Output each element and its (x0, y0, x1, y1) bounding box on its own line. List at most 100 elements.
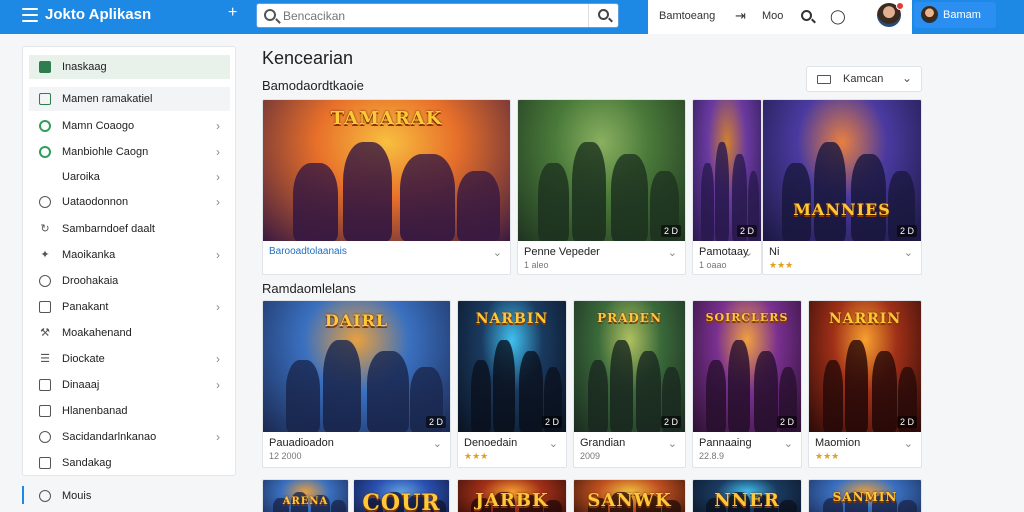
user-button[interactable]: Bamam (914, 2, 996, 28)
search-icon[interactable] (801, 10, 812, 21)
character-figure (822, 359, 844, 432)
chevron-down-icon[interactable]: ⌄ (549, 437, 558, 450)
sidebar-item-15[interactable]: Sacidandarlnkanao › (29, 425, 230, 449)
game-card[interactable]: NARBIN 2 D Denoedain ★★★ ⌄ (457, 300, 567, 468)
game-card[interactable]: COUR (353, 479, 450, 512)
game-title[interactable]: Penne Vepeder (524, 246, 600, 258)
sidebar-item-8[interactable]: ✦ Maoikanka › (29, 243, 230, 267)
chevron-down-icon[interactable]: ⌄ (668, 437, 677, 450)
chevron-down-icon[interactable]: ⌄ (904, 437, 913, 450)
chevron-down-icon[interactable]: ⌄ (744, 246, 753, 259)
sidebar-item-7[interactable]: ↻ Sambarndoef daalt (29, 217, 230, 241)
search-icon (264, 9, 276, 21)
character-figure (814, 142, 847, 241)
game-card[interactable]: ARENA (262, 479, 349, 512)
game-thumbnail: NARRIN 2 D (809, 301, 921, 432)
game-card[interactable]: SANMIN (808, 479, 922, 512)
game-thumbnail: DAIRL 2 D (263, 301, 450, 432)
character-figure (538, 163, 569, 241)
game-card[interactable]: SOIRCLERS 2 D Pannaaing 22.8.9 ⌄ (692, 300, 802, 468)
game-title[interactable]: Pannaaing (699, 437, 752, 449)
sidebar-item-16[interactable]: Sandakag (29, 451, 230, 475)
game-title[interactable]: Pauadioadon (269, 437, 334, 449)
sidebar-bottom-label: Mouis (62, 490, 92, 502)
rating-badge: 2 D (425, 416, 446, 428)
game-card[interactable]: JARBK (457, 479, 567, 512)
top-actions: Bamtoeang ⇥ Moo ◯ (648, 0, 912, 34)
game-logo: DAIRL (324, 311, 389, 330)
character-figure (845, 340, 869, 432)
character-figure (471, 359, 491, 432)
sidebar-item-label: Diockate (62, 353, 105, 365)
table-icon (39, 457, 51, 469)
sidebar-item-5[interactable]: Uaroika › (29, 165, 230, 189)
game-thumbnail: ARENA (263, 480, 348, 512)
character-figure (493, 340, 516, 432)
chevron-down-icon[interactable]: ⌄ (493, 246, 502, 259)
search-button[interactable] (588, 4, 618, 27)
sidebar-item-14[interactable]: Hlanenbanad (29, 399, 230, 423)
search-bar (256, 3, 619, 28)
app-title: Jokto Aplikasn (45, 6, 152, 23)
user-avatar (921, 6, 938, 23)
chevron-down-icon[interactable]: ⌄ (668, 246, 677, 259)
game-card[interactable]: 2 D Pamotaay 1 oaao ⌄ (692, 99, 762, 275)
sidebar-item-4[interactable]: Manbiohle Caogn › (29, 140, 230, 164)
top-bar: Jokto Aplikasn + Bamtoeang ⇥ Moo ◯ Bamam (0, 0, 1024, 34)
sidebar-item-1[interactable]: Inaskaag (29, 55, 230, 79)
tool-icon: ⚒ (40, 327, 50, 339)
game-card[interactable]: SANWK (573, 479, 686, 512)
sidebar-bottom-item[interactable]: Mouis (22, 484, 236, 508)
chevron-right-icon: › (216, 145, 220, 159)
game-title[interactable]: Denoedain (464, 437, 517, 449)
game-title[interactable]: Pamotaay (699, 246, 749, 258)
whatsapp-icon (39, 120, 51, 132)
game-thumbnail: NNER (693, 480, 801, 512)
chevron-down-icon[interactable]: ⌄ (433, 437, 442, 450)
sidebar-item-11[interactable]: ⚒ Moakahenand (29, 321, 230, 345)
search-input[interactable] (283, 7, 583, 25)
game-card[interactable]: PRADEN 2 D Grandian 2009 ⌄ (573, 300, 686, 468)
game-title[interactable]: Ni (769, 246, 779, 258)
sort-dropdown[interactable]: Kamcan ⌄ (806, 66, 922, 92)
magnifier-icon (598, 9, 609, 20)
rating-badge: 2 D (660, 225, 681, 237)
game-title[interactable]: Grandian (580, 437, 625, 449)
game-title[interactable]: Maomion (815, 437, 860, 449)
game-card[interactable]: 2 D Penne Vepeder 1 aleo ⌄ (517, 99, 686, 275)
game-logo: NARRIN (828, 311, 902, 327)
menu-icon[interactable] (22, 8, 38, 22)
sidebar-item-10[interactable]: Panakant › (29, 295, 230, 319)
game-logo: PRADEN (597, 311, 662, 325)
star-rating: ★★★ (769, 260, 794, 270)
game-logo: MANNIES (793, 200, 891, 219)
game-card[interactable]: TAMARAK Barooadtolaanais ⌄ (262, 99, 511, 275)
expand-icon[interactable]: ⇥ (735, 8, 746, 24)
sidebar-item-9[interactable]: Droohakaia (29, 269, 230, 293)
sidebar-item-13[interactable]: Dinaaaj › (29, 373, 230, 397)
sidebar-item-6[interactable]: Uataodonnon › (29, 190, 230, 214)
sidebar-item-3[interactable]: Mamn Coaogo › (29, 114, 230, 138)
sidebar-item-label: Mamen ramakatiel (62, 93, 153, 105)
plus-icon[interactable]: + (228, 4, 237, 22)
game-card[interactable]: NARRIN 2 D Maomion ★★★ ⌄ (808, 300, 922, 468)
game-logo: SOIRCLERS (705, 311, 789, 324)
chevron-right-icon: › (216, 170, 220, 184)
game-title[interactable]: Barooadtolaanais (269, 246, 347, 257)
apps-icon (39, 61, 51, 73)
sidebar-item-2[interactable]: Mamen ramakatiel (29, 87, 230, 111)
top-link-2[interactable]: Moo (762, 10, 783, 22)
notification-badge (896, 2, 904, 10)
game-card[interactable]: DAIRL 2 D Pauadioadon 12 2000 ⌄ (262, 300, 451, 468)
chevron-down-icon[interactable]: ⌄ (784, 437, 793, 450)
game-thumbnail: SOIRCLERS 2 D (693, 301, 801, 432)
game-card[interactable]: MANNIES 2 D Ni ★★★ ⌄ (762, 99, 922, 275)
top-link-1[interactable]: Bamtoeang (659, 10, 715, 22)
rating-badge: 2 D (660, 416, 681, 428)
game-card[interactable]: NNER (692, 479, 802, 512)
chevron-right-icon: › (216, 248, 220, 262)
chevron-down-icon[interactable]: ⌄ (904, 246, 913, 259)
game-thumbnail: SANWK (574, 480, 685, 512)
notification-icon[interactable]: ◯ (830, 8, 846, 25)
sidebar-item-12[interactable]: ☰ Diockate › (29, 347, 230, 371)
